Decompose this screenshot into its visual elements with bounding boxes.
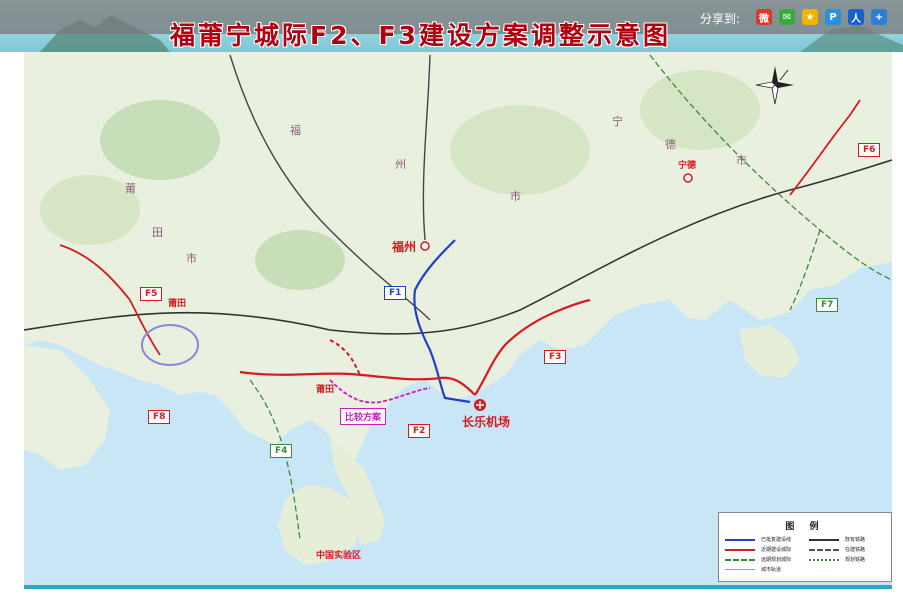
- legend-title: 图 例: [785, 522, 825, 532]
- route-tag-comparison: 比较方案: [340, 408, 387, 425]
- region-label-fu: 福: [290, 124, 301, 137]
- compass-icon: [755, 66, 794, 105]
- airport-label-changle: 长乐机场: [462, 415, 511, 429]
- route-tag-f4: F4: [270, 444, 293, 458]
- legend-item: 既有铁路: [809, 535, 893, 545]
- qzone-share-icon[interactable]: ★: [802, 9, 818, 25]
- legend-item: 远期规划城际: [725, 555, 809, 565]
- region-label-shi-2: 市: [736, 154, 747, 167]
- place-label-zhongguo-shiyan: 中国实验区: [316, 551, 362, 561]
- city-label-ningde: 宁德: [678, 161, 697, 171]
- route-tag-f1: F1: [384, 286, 407, 300]
- region-label-ning: 宁: [612, 115, 623, 128]
- tencent-share-icon[interactable]: P: [825, 9, 841, 25]
- legend-item: 近期建设城际: [725, 545, 809, 555]
- map-legend: 图 例 已批复建设线 近期建设城际 远期规划城际 城市轨道 既有铁路 在建铁路 …: [718, 512, 892, 582]
- region-label-pu: 莆: [125, 182, 136, 195]
- route-tag-f5: F5: [140, 287, 163, 301]
- route-tag-f2: F2: [408, 424, 431, 438]
- region-label-shi-3: 市: [186, 252, 197, 265]
- route-tag-f7: F7: [816, 298, 839, 312]
- city-label-fuzhou: 福州: [392, 240, 417, 254]
- route-tag-f6: F6: [858, 143, 881, 157]
- city-label-putian-2: 莆田: [316, 385, 335, 395]
- more-share-icon[interactable]: +: [871, 9, 887, 25]
- wechat-share-icon[interactable]: ✉: [779, 9, 795, 25]
- region-label-shi: 市: [510, 190, 521, 203]
- map-title: 福莆宁城际F2、F3建设方案调整示意图: [170, 21, 671, 50]
- route-tag-f8: F8: [148, 410, 171, 424]
- region-label-tian: 田: [152, 226, 163, 239]
- route-tag-f3: F3: [544, 350, 567, 364]
- city-label-putian: 莆田: [168, 299, 187, 309]
- legend-item: 城市轨道: [725, 565, 809, 575]
- legend-item: 已批复建设线: [725, 535, 809, 545]
- region-label-zhou: 州: [395, 158, 406, 171]
- region-label-de: 德: [665, 138, 676, 151]
- weibo-share-icon[interactable]: 微: [756, 9, 772, 25]
- bottom-border: [24, 585, 892, 589]
- renren-share-icon[interactable]: 人: [848, 9, 864, 25]
- legend-item: 在建铁路: [809, 545, 893, 555]
- legend-item: 规划铁路: [809, 555, 893, 565]
